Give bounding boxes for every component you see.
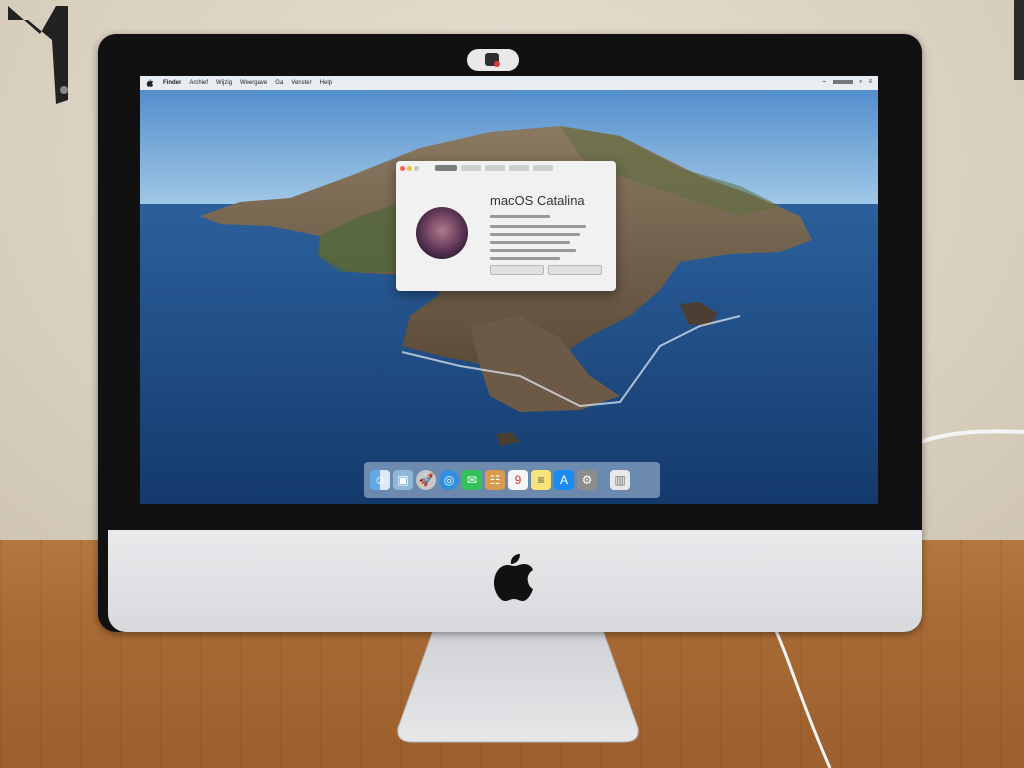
close-button[interactable] xyxy=(400,165,405,171)
system-preferences-icon[interactable]: ⚙ xyxy=(577,470,597,490)
spec-line xyxy=(490,257,560,260)
about-this-mac-window: macOS Catalina xyxy=(396,161,616,291)
tab-storage[interactable] xyxy=(485,165,505,171)
screen: Finder Archief Wijzig Weergave Ga Venste… xyxy=(140,76,878,504)
dock: ☺ ▣ 🚀 ◎ ✉ ☷ 9 ≡ A ⚙ ▥ xyxy=(364,462,660,498)
apple-menu-icon[interactable] xyxy=(145,79,155,87)
launchpad-icon[interactable]: 🚀 xyxy=(416,470,436,490)
shelf-bracket-right xyxy=(1014,0,1024,80)
menu-finder[interactable]: Finder xyxy=(163,80,181,86)
monitor-stand xyxy=(397,628,639,743)
spotlight-icon[interactable]: ⌕ xyxy=(859,79,862,87)
calendar-icon[interactable]: 9 xyxy=(508,470,528,490)
menu-wijzig[interactable]: Wijzig xyxy=(216,80,232,86)
contacts-icon[interactable]: ☷ xyxy=(485,470,505,490)
control-menu-icon[interactable]: ≡ xyxy=(868,79,872,87)
menu-bar: Finder Archief Wijzig Weergave Ga Venste… xyxy=(140,76,878,90)
spec-line xyxy=(490,249,576,252)
apple-logo-icon xyxy=(494,554,533,601)
software-update-button[interactable] xyxy=(548,265,602,275)
shelf-bracket xyxy=(8,6,68,104)
tab-overview[interactable] xyxy=(435,165,457,171)
menu-weergave[interactable]: Weergave xyxy=(240,80,267,86)
webcam-cover xyxy=(467,49,519,71)
system-report-button[interactable] xyxy=(490,265,544,275)
spec-line xyxy=(490,241,570,244)
os-name: macOS Catalina xyxy=(490,193,585,208)
notes-icon[interactable]: ≡ xyxy=(531,470,551,490)
menu-help[interactable]: Help xyxy=(320,80,332,86)
webcam-indicator xyxy=(494,61,500,67)
version-line xyxy=(490,215,550,218)
finder-icon[interactable]: ☺ xyxy=(370,470,390,490)
catalina-logo-icon xyxy=(416,207,468,259)
messages-icon[interactable]: ✉ xyxy=(462,470,482,490)
usb-cable xyxy=(770,621,832,768)
spec-line xyxy=(490,225,586,228)
safari-icon[interactable]: ◎ xyxy=(439,470,459,490)
app-store-icon[interactable]: A xyxy=(554,470,574,490)
window-titlebar xyxy=(396,161,616,175)
preview-icon[interactable]: ▣ xyxy=(393,470,413,490)
spec-line xyxy=(490,233,580,236)
trash-icon[interactable]: ▥ xyxy=(610,470,630,490)
menu-ga[interactable]: Ga xyxy=(275,80,283,86)
menu-archief[interactable]: Archief xyxy=(189,80,208,86)
power-cable xyxy=(920,429,1024,444)
minimize-button[interactable] xyxy=(407,165,412,171)
tab-service[interactable] xyxy=(533,165,553,171)
zoom-button[interactable] xyxy=(414,165,419,171)
menu-venster[interactable]: Venster xyxy=(291,80,311,86)
tab-displays[interactable] xyxy=(461,165,481,171)
wifi-icon[interactable]: ⌔ xyxy=(821,79,827,87)
clock-text-placeholder[interactable] xyxy=(833,80,854,84)
menu-extras: ⌔ ⌕ ≡ xyxy=(821,79,872,87)
tab-support[interactable] xyxy=(509,165,529,171)
